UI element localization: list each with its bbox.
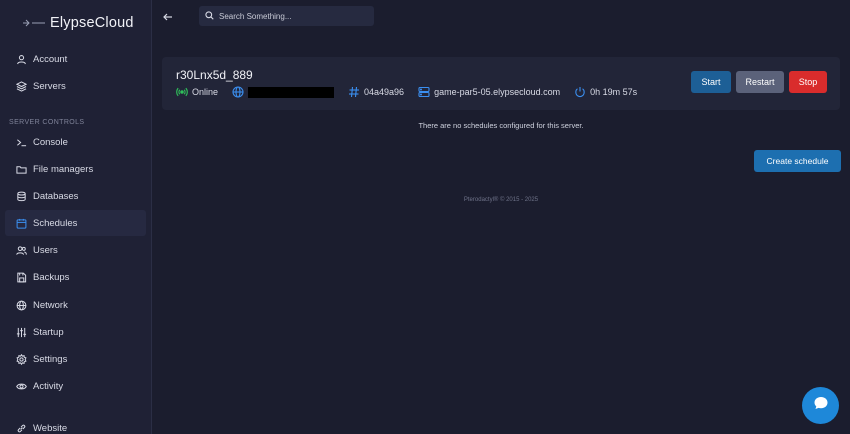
section-label: SERVER CONTROLS	[9, 119, 85, 126]
terminal-icon	[15, 136, 27, 148]
sidebar-item-website[interactable]: Website	[5, 415, 146, 434]
calendar-icon	[15, 217, 27, 229]
server-uptime: 0h 19m 57s	[574, 86, 637, 98]
sidebar-item-network[interactable]: Network	[5, 292, 146, 318]
sidebar-item-label: Backups	[33, 271, 70, 283]
chat-button[interactable]	[802, 387, 839, 424]
eye-icon	[15, 380, 27, 392]
server-card: r30Lnx5d_889 Online 04a49a96 game-par5-0…	[162, 57, 840, 110]
sidebar-item-startup[interactable]: Startup	[5, 319, 146, 345]
empty-schedules-message: There are no schedules configured for th…	[418, 121, 584, 130]
brand-name: ElypseCloud	[50, 15, 134, 31]
sidebar-item-label: Network	[33, 299, 68, 311]
status-text: Online	[192, 87, 219, 97]
sidebar-item-label: Databases	[33, 190, 79, 202]
hash-icon	[348, 86, 360, 98]
backup-icon	[15, 271, 27, 283]
search-icon	[205, 7, 214, 25]
sidebar-item-activity[interactable]: Activity	[5, 373, 146, 399]
back-arrow-icon[interactable]	[162, 10, 174, 22]
sliders-icon	[15, 326, 27, 338]
sidebar-item-label: Account	[33, 53, 68, 65]
layers-icon	[15, 80, 27, 92]
globe-icon	[15, 299, 27, 311]
server-node: game-par5-05.elypsecloud.com	[418, 86, 560, 98]
sidebar-item-console[interactable]: Console	[5, 129, 146, 155]
sidebar-item-label: Console	[33, 136, 68, 148]
brand[interactable]: ElypseCloud	[0, 0, 151, 46]
stop-button[interactable]: Stop	[789, 71, 827, 93]
server-name: r30Lnx5d_889	[176, 68, 253, 82]
sidebar-item-file-managers[interactable]: File managers	[5, 156, 146, 182]
sidebar-item-label: Servers	[33, 80, 66, 92]
create-schedule-button[interactable]: Create schedule	[754, 150, 841, 172]
server-node-text: game-par5-05.elypsecloud.com	[434, 87, 561, 97]
user-icon	[15, 53, 27, 65]
sidebar-item-label: File managers	[33, 163, 94, 175]
restart-button[interactable]: Restart	[736, 71, 784, 93]
search-input[interactable]	[219, 11, 369, 21]
folder-icon	[15, 163, 27, 175]
chat-bubble-icon	[813, 395, 829, 416]
start-button[interactable]: Start	[691, 71, 731, 93]
link-icon	[15, 422, 27, 434]
sidebar-item-label: Activity	[33, 380, 64, 392]
logo-icon	[22, 17, 46, 29]
footer-copyright: Pterodactyl® © 2015 - 2025	[463, 197, 539, 203]
server-status: Online	[176, 86, 218, 98]
gear-icon	[15, 353, 27, 365]
sidebar-item-users[interactable]: Users	[5, 237, 146, 263]
search-bar[interactable]	[199, 6, 374, 26]
server-address	[232, 86, 348, 98]
uptime-text: 0h 19m 57s	[590, 87, 638, 97]
users-icon	[15, 244, 27, 256]
server-meta: Online 04a49a96 game-par5-05.elypsecloud…	[176, 86, 637, 98]
top-bar	[152, 0, 850, 33]
sidebar-item-backups[interactable]: Backups	[5, 264, 146, 290]
redacted-address	[248, 86, 335, 98]
globe-icon	[232, 86, 244, 98]
power-icon	[574, 86, 586, 98]
sidebar-item-settings[interactable]: Settings	[5, 346, 146, 372]
server-id-text: 04a49a96	[364, 87, 405, 97]
sidebar: ElypseCloud Account Servers SERVER CONTR…	[0, 0, 152, 434]
sidebar-item-account[interactable]: Account	[5, 46, 146, 72]
sidebar-item-label: Schedules	[33, 217, 78, 229]
sidebar-item-servers[interactable]: Servers	[5, 73, 146, 99]
sidebar-item-label: Website	[33, 422, 68, 434]
server-id: 04a49a96	[348, 86, 404, 98]
server-rack-icon	[418, 86, 430, 98]
database-icon	[15, 190, 27, 202]
sidebar-item-schedules[interactable]: Schedules	[5, 210, 146, 236]
signal-icon	[176, 86, 188, 98]
sidebar-item-databases[interactable]: Databases	[5, 183, 146, 209]
sidebar-item-label: Settings	[33, 353, 68, 365]
sidebar-item-label: Startup	[33, 326, 64, 338]
sidebar-item-label: Users	[33, 244, 58, 256]
